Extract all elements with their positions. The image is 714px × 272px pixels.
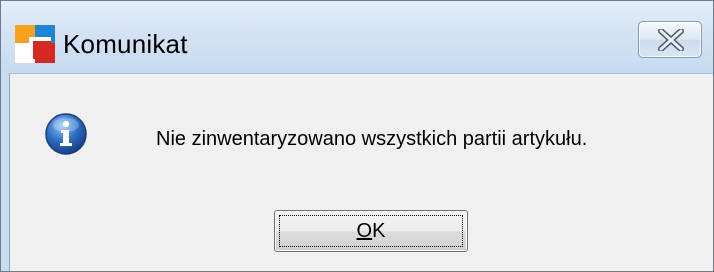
info-icon: [45, 113, 87, 155]
ok-button[interactable]: OK: [274, 210, 468, 252]
title-bar[interactable]: Komunikat: [1, 1, 713, 73]
ok-label-rest: K: [372, 220, 386, 242]
message-text: Nie zinwentaryzowano wszystkich partii a…: [156, 128, 588, 150]
message-dialog: Komunikat Nie zinwentaryzowano wszystkic…: [0, 0, 714, 272]
window-title: Komunikat: [63, 29, 188, 59]
app-logo-icon: [15, 25, 55, 63]
dialog-body: Nie zinwentaryzowano wszystkich partii a…: [9, 73, 713, 271]
close-icon: [658, 29, 684, 51]
close-button[interactable]: [638, 21, 702, 58]
ok-mnemonic: O: [356, 220, 373, 242]
ok-button-label: OK: [275, 220, 467, 243]
